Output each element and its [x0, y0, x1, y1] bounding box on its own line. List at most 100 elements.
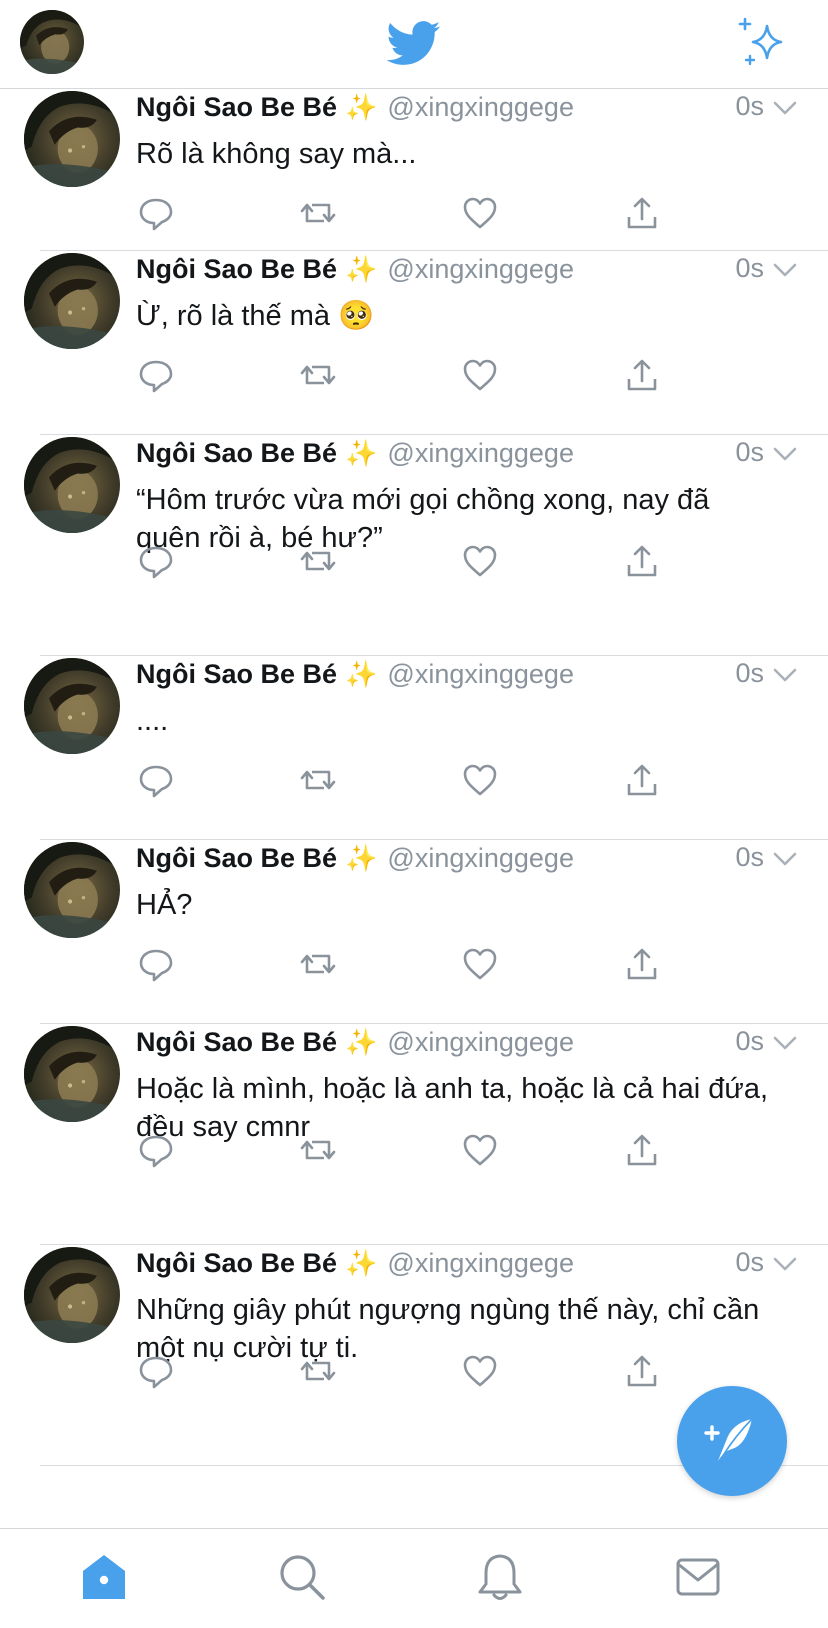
tweet-avatar[interactable]	[24, 91, 120, 187]
like-button[interactable]	[460, 944, 500, 984]
like-button[interactable]	[460, 1130, 500, 1170]
chevron-down-icon[interactable]	[772, 99, 798, 117]
user-handle[interactable]: @xingxinggege	[387, 659, 574, 690]
home-tab[interactable]	[78, 1551, 130, 1603]
retweet-button[interactable]	[298, 193, 338, 233]
share-button[interactable]	[622, 355, 662, 395]
like-icon	[463, 764, 497, 796]
user-handle[interactable]: @xingxinggege	[387, 438, 574, 469]
tweet-text: HẢ?	[136, 889, 193, 921]
retweet-button[interactable]	[298, 541, 338, 581]
display-name[interactable]: Ngôi Sao Be Bé	[136, 254, 337, 285]
user-handle[interactable]: @xingxinggege	[387, 92, 574, 123]
retweet-icon	[300, 770, 336, 790]
display-name[interactable]: Ngôi Sao Be Bé	[136, 92, 337, 123]
reply-button[interactable]	[136, 541, 176, 581]
share-button[interactable]	[622, 1130, 662, 1170]
like-button[interactable]	[460, 355, 500, 395]
sparkles-emoji: ✨	[345, 1026, 378, 1057]
share-button[interactable]	[622, 760, 662, 800]
reply-button[interactable]	[136, 1130, 176, 1170]
like-icon	[463, 1355, 497, 1387]
display-name[interactable]: Ngôi Sao Be Bé	[136, 1248, 337, 1279]
search-tab[interactable]	[276, 1551, 328, 1603]
tweet-avatar[interactable]	[24, 1247, 120, 1343]
share-icon	[627, 197, 657, 229]
share-icon	[627, 1134, 657, 1166]
tweet[interactable]: Ngôi Sao Be Bé ✨ @xingxinggege 0s Rõ là khôn…	[0, 89, 828, 251]
reply-button[interactable]	[136, 944, 176, 984]
tweet-actions	[136, 1351, 696, 1391]
reply-icon	[139, 765, 173, 798]
sparkle-icon[interactable]	[737, 16, 789, 68]
display-name[interactable]: Ngôi Sao Be Bé	[136, 1027, 337, 1058]
tweet-avatar[interactable]	[24, 842, 120, 938]
tweet[interactable]: Ngôi Sao Be Bé ✨ @xingxinggege 0s HẢ?	[0, 840, 828, 1024]
tweet-avatar[interactable]	[24, 253, 120, 349]
tweet-text: Rõ là không say mà...	[136, 138, 417, 170]
display-name[interactable]: Ngôi Sao Be Bé	[136, 659, 337, 690]
like-icon	[463, 948, 497, 980]
like-button[interactable]	[460, 760, 500, 800]
user-handle[interactable]: @xingxinggege	[387, 254, 574, 285]
tweet[interactable]: Ngôi Sao Be Bé ✨ @xingxinggege 0s “Hôm trước…	[0, 435, 828, 656]
tweet-timestamp: 0s	[735, 658, 764, 688]
tweet-avatar[interactable]	[24, 437, 120, 533]
share-button[interactable]	[622, 944, 662, 984]
user-handle[interactable]: @xingxinggege	[387, 1027, 574, 1058]
share-button[interactable]	[622, 1351, 662, 1391]
tweet[interactable]: Ngôi Sao Be Bé ✨ @xingxinggege 0s Hoặc là mì…	[0, 1024, 828, 1245]
reply-button[interactable]	[136, 355, 176, 395]
notifications-icon	[478, 1554, 522, 1600]
compose-tweet-button[interactable]	[677, 1386, 787, 1496]
chevron-down-icon[interactable]	[772, 1255, 798, 1273]
retweet-button[interactable]	[298, 355, 338, 395]
home-icon	[83, 1555, 125, 1599]
retweet-button[interactable]	[298, 760, 338, 800]
reply-button[interactable]	[136, 760, 176, 800]
retweet-icon	[300, 365, 336, 385]
top-header	[0, 0, 828, 89]
profile-avatar[interactable]	[20, 10, 84, 74]
reply-button[interactable]	[136, 193, 176, 233]
sparkles-emoji: ✨	[345, 437, 378, 468]
retweet-icon	[300, 203, 336, 223]
tweet[interactable]: Ngôi Sao Be Bé ✨ @xingxinggege 0s Ừ, rõ là t…	[0, 251, 828, 435]
notifications-tab[interactable]	[474, 1551, 526, 1603]
user-handle[interactable]: @xingxinggege	[387, 1248, 574, 1279]
chevron-down-icon[interactable]	[772, 445, 798, 463]
sparkles-emoji: ✨	[345, 1247, 378, 1278]
tweet-avatar[interactable]	[24, 658, 120, 754]
messages-tab[interactable]	[672, 1551, 724, 1603]
messages-icon	[676, 1558, 720, 1596]
user-handle[interactable]: @xingxinggege	[387, 843, 574, 874]
tweet-actions	[136, 760, 696, 800]
like-button[interactable]	[460, 193, 500, 233]
retweet-button[interactable]	[298, 1130, 338, 1170]
reply-button[interactable]	[136, 1351, 176, 1391]
reply-icon	[139, 949, 173, 982]
share-button[interactable]	[622, 193, 662, 233]
chevron-down-icon[interactable]	[772, 666, 798, 684]
tweet[interactable]: Ngôi Sao Be Bé ✨ @xingxinggege 0s....	[0, 656, 828, 840]
share-button[interactable]	[622, 541, 662, 581]
retweet-icon	[300, 954, 336, 974]
chevron-down-icon[interactable]	[772, 1034, 798, 1052]
twitter-bird-icon[interactable]	[384, 16, 444, 70]
like-button[interactable]	[460, 541, 500, 581]
tweet-timestamp: 0s	[735, 91, 764, 121]
reply-icon	[139, 360, 173, 393]
retweet-button[interactable]	[298, 1351, 338, 1391]
retweet-button[interactable]	[298, 944, 338, 984]
tweet-header: Ngôi Sao Be Bé ✨ @xingxinggege	[136, 1245, 574, 1281]
display-name[interactable]: Ngôi Sao Be Bé	[136, 438, 337, 469]
chevron-down-icon[interactable]	[772, 261, 798, 279]
reply-icon	[139, 198, 173, 231]
compose-feather-icon	[704, 1418, 753, 1461]
chevron-down-icon[interactable]	[772, 850, 798, 868]
share-icon	[627, 1355, 657, 1387]
like-button[interactable]	[460, 1351, 500, 1391]
display-name[interactable]: Ngôi Sao Be Bé	[136, 843, 337, 874]
tweet-avatar[interactable]	[24, 1026, 120, 1122]
reply-icon	[139, 546, 173, 579]
